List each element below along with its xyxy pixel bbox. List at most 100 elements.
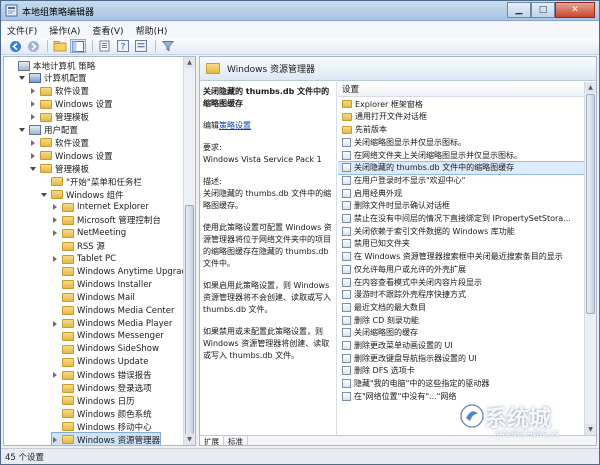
- setting-row[interactable]: 关闭缩略图的缓存: [338, 327, 584, 340]
- export-list-button[interactable]: [97, 39, 113, 53]
- up-folder-button[interactable]: [52, 39, 68, 53]
- expand-arrow-icon[interactable]: [53, 436, 57, 443]
- tree-item[interactable]: Windows Media Center: [52, 304, 174, 317]
- tree-item-selected[interactable]: Windows 资源管理器: [50, 432, 162, 445]
- expand-arrow-icon[interactable]: [53, 217, 57, 224]
- setting-row[interactable]: 漫游时不跟踪外壳程序快捷方式: [338, 289, 584, 302]
- maximize-button[interactable]: □: [531, 2, 555, 18]
- tree-scroll-thumb[interactable]: [185, 205, 194, 441]
- collapse-arrow-icon[interactable]: [30, 166, 36, 171]
- setting-row[interactable]: 先前版本: [338, 123, 584, 136]
- tree-item[interactable]: 本地计算机 策略: [8, 59, 95, 72]
- tree-item[interactable]: Windows 移动中心: [52, 420, 152, 433]
- setting-row[interactable]: 在内容查看模式中关闭内容片段显示: [338, 276, 584, 289]
- tree-item[interactable]: Internet Explorer: [52, 201, 149, 214]
- expand-arrow-icon[interactable]: [53, 320, 57, 327]
- column-header-setting[interactable]: 设置: [338, 82, 584, 97]
- list-scrollbar[interactable]: ▲ ▼: [584, 82, 596, 435]
- setting-row[interactable]: 隐藏"我的电脑"中的这些指定的驱动器: [338, 377, 584, 390]
- help-button[interactable]: ?: [115, 39, 131, 53]
- setting-row[interactable]: 关闭缩略图显示并仅显示图标。: [338, 136, 584, 149]
- close-button[interactable]: ✕: [555, 2, 595, 18]
- scroll-up-button[interactable]: ▲: [184, 57, 195, 68]
- expand-arrow-icon[interactable]: [53, 204, 57, 211]
- menu-help[interactable]: 帮助(H): [136, 24, 168, 37]
- setting-row[interactable]: 删除 DFS 选项卡: [338, 365, 584, 378]
- scroll-down-button[interactable]: ▼: [184, 434, 195, 445]
- tree-item[interactable]: Windows Anytime Upgrade: [52, 265, 192, 278]
- tree-item[interactable]: Windows Installer: [52, 278, 152, 291]
- tree-item[interactable]: Windows Mail: [52, 291, 135, 304]
- tree-item[interactable]: Windows 设置: [30, 98, 113, 111]
- tree-item[interactable]: Windows SideShow: [52, 343, 159, 356]
- tree-item[interactable]: "开始"菜单和任务栏: [41, 175, 142, 188]
- tree-item[interactable]: Microsoft 管理控制台: [52, 214, 161, 227]
- tree-item[interactable]: RSS 源: [52, 240, 105, 253]
- filter-button[interactable]: [160, 39, 176, 53]
- tree-item[interactable]: Windows Update: [52, 356, 148, 369]
- setting-row[interactable]: 最近文档的最大数目: [338, 301, 584, 314]
- folder-icon: [206, 63, 220, 74]
- tree-item[interactable]: 管理模板: [30, 162, 89, 175]
- tree-item[interactable]: Windows 设置: [30, 149, 113, 162]
- setting-row[interactable]: 启用经典外观: [338, 187, 584, 200]
- tree-item[interactable]: Windows Media Player: [52, 317, 172, 330]
- setting-row[interactable]: 删除文件时显示确认对话框: [338, 200, 584, 213]
- setting-row[interactable]: 删除更改键盘导航指示器设置的 UI: [338, 352, 584, 365]
- expand-arrow-icon[interactable]: [53, 372, 57, 379]
- menu-action[interactable]: 操作(A): [49, 24, 80, 37]
- tree-item[interactable]: 用户配置: [19, 124, 78, 137]
- tree-item[interactable]: Windows 组件: [41, 188, 124, 201]
- setting-row[interactable]: 在用户登录时不显示"欢迎中心": [338, 174, 584, 187]
- tree-item[interactable]: 软件设置: [30, 136, 89, 149]
- expand-arrow-icon[interactable]: [31, 114, 35, 121]
- tree-item[interactable]: NetMeeting: [52, 227, 126, 240]
- setting-row[interactable]: 关闭依赖于索引文件数据的 Windows 库功能: [338, 225, 584, 238]
- setting-row[interactable]: Explorer 框架窗格: [338, 98, 584, 111]
- expand-arrow-icon[interactable]: [31, 139, 35, 146]
- setting-row[interactable]: 通用打开文件对话框: [338, 111, 584, 124]
- menu-file[interactable]: 文件(F): [7, 24, 37, 37]
- tree-item[interactable]: 管理模板: [30, 111, 89, 124]
- setting-row[interactable]: 禁止在没有中间层的情况下直接绑定到 IPropertySetStora...: [338, 212, 584, 225]
- forward-button[interactable]: [25, 39, 41, 53]
- edit-policy-link[interactable]: 策略设置: [219, 121, 251, 130]
- tree-scrollbar[interactable]: ▲ ▼: [183, 57, 195, 445]
- folder-icon: [62, 202, 74, 212]
- show-tree-button[interactable]: [70, 39, 86, 53]
- tree-item[interactable]: Windows 登录选项: [52, 382, 152, 395]
- menu-view[interactable]: 查看(V): [92, 24, 123, 37]
- setting-row[interactable]: 仅允许每用户或允许的外壳扩展: [338, 263, 584, 276]
- setting-row[interactable]: 在 Windows 资源管理器搜索框中关闭最近搜索条目的显示: [338, 250, 584, 263]
- tree-item[interactable]: 计算机配置: [19, 72, 87, 85]
- tab-extended[interactable]: 扩展: [200, 436, 224, 445]
- collapse-arrow-icon[interactable]: [41, 192, 47, 197]
- expand-arrow-icon[interactable]: [53, 230, 57, 237]
- settings-list[interactable]: 设置 Explorer 框架窗格 通用打开文件对话框 先前版本 关闭缩略图显示并仅显示…: [338, 82, 596, 435]
- back-button[interactable]: [7, 39, 23, 53]
- properties-button[interactable]: [133, 39, 149, 53]
- expand-arrow-icon[interactable]: [31, 152, 35, 159]
- tab-standard[interactable]: 标准: [224, 436, 248, 445]
- tree-item[interactable]: Windows 错误报告: [52, 369, 152, 382]
- collapse-arrow-icon[interactable]: [19, 128, 25, 132]
- setting-row[interactable]: 删除更改菜单动画设置的 UI: [338, 339, 584, 352]
- tree-item[interactable]: Windows Messenger: [52, 330, 164, 343]
- minimize-button[interactable]: ▁: [507, 2, 531, 18]
- expand-arrow-icon[interactable]: [31, 101, 35, 108]
- list-scroll-thumb[interactable]: [586, 94, 595, 314]
- expand-arrow-icon[interactable]: [53, 256, 57, 262]
- menu-bar: 文件(F) 操作(A) 查看(V) 帮助(H): [1, 22, 599, 38]
- tree-item[interactable]: 软件设置: [30, 85, 89, 98]
- setting-row[interactable]: 在网络文件夹上关闭缩略图显示并仅显示图标。: [338, 149, 584, 162]
- tree-item[interactable]: Tablet PC: [52, 253, 116, 266]
- setting-row[interactable]: 禁用已知文件夹: [338, 238, 584, 251]
- collapse-arrow-icon[interactable]: [19, 76, 25, 81]
- expand-arrow-icon[interactable]: [31, 88, 35, 95]
- tree-item[interactable]: Windows 颜色系统: [52, 407, 152, 420]
- tree-item[interactable]: Windows 日历: [52, 394, 135, 407]
- scroll-up-button[interactable]: ▲: [585, 82, 596, 93]
- console-tree[interactable]: 本地计算机 策略 计算机配置 软件设置 Windows 设置 管理模板 用户配置 软件设置 W…: [3, 56, 196, 446]
- setting-row-selected[interactable]: 关闭隐藏的 thumbs.db 文件中的缩略图缓存: [338, 160, 585, 176]
- setting-row[interactable]: 删除 CD 刻录功能: [338, 314, 584, 327]
